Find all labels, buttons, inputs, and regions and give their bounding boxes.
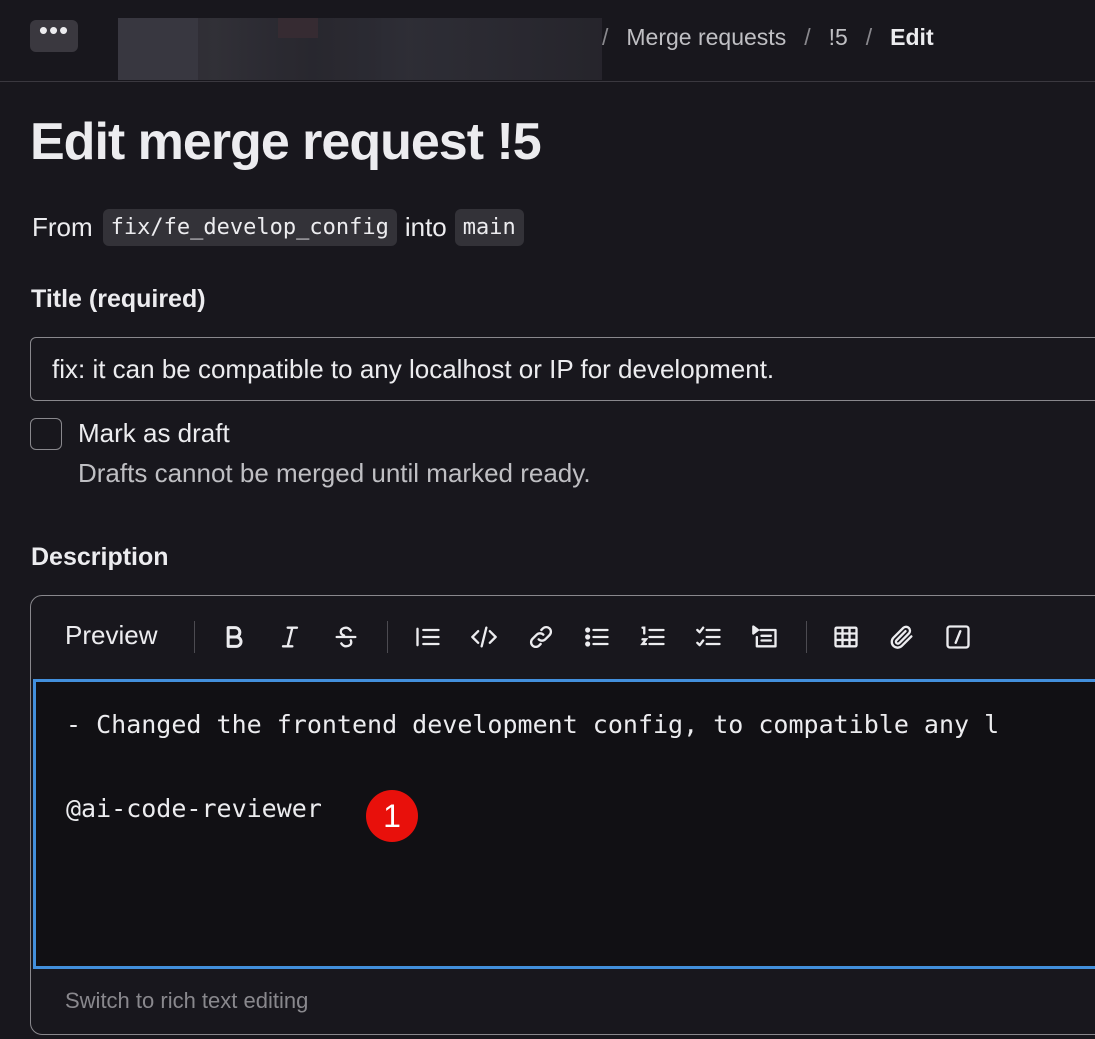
breadcrumb: / Merge requests / !5 / Edit xyxy=(602,22,952,52)
draft-label[interactable]: Mark as draft xyxy=(78,418,230,449)
from-text: From xyxy=(32,211,93,242)
breadcrumb-separator: / xyxy=(602,23,609,50)
quick-actions-icon[interactable] xyxy=(941,620,975,654)
editor-toolbar: Preview xyxy=(31,596,1095,680)
attach-file-icon[interactable] xyxy=(885,620,919,654)
breadcrumb-mr-number[interactable]: !5 xyxy=(829,24,848,51)
breadcrumb-merge-requests[interactable]: Merge requests xyxy=(626,24,786,51)
target-branch: main xyxy=(454,208,524,246)
into-text: into xyxy=(404,211,447,242)
description-label: Description xyxy=(31,543,169,571)
title-input[interactable] xyxy=(30,337,1095,401)
breadcrumb-separator: / xyxy=(865,23,873,50)
quote-icon[interactable] xyxy=(411,620,445,654)
breadcrumb-separator: / xyxy=(804,23,811,50)
draft-help-text: Drafts cannot be merged until marked rea… xyxy=(78,458,591,488)
italic-icon[interactable] xyxy=(273,620,307,654)
switch-rich-text-link[interactable]: Switch to rich text editing xyxy=(65,988,308,1014)
page-title: Edit merge request !5 xyxy=(30,113,542,171)
toolbar-divider xyxy=(387,621,388,653)
breadcrumb-current: Edit xyxy=(890,23,934,50)
branch-info: From fix/fe_develop_config into main xyxy=(32,206,532,248)
draft-checkbox[interactable] xyxy=(30,418,62,450)
description-line: @ai-code-reviewer xyxy=(66,794,322,823)
bulleted-list-icon[interactable] xyxy=(580,620,614,654)
bold-icon[interactable] xyxy=(217,620,251,654)
table-icon[interactable] xyxy=(829,620,863,654)
redacted-breadcrumb xyxy=(118,18,602,80)
task-list-icon[interactable] xyxy=(692,620,726,654)
description-line: - Changed the frontend development confi… xyxy=(66,710,1000,739)
collapsible-section-icon[interactable] xyxy=(748,620,782,654)
title-label: Title (required) xyxy=(31,285,206,313)
preview-button[interactable]: Preview xyxy=(65,620,157,651)
strikethrough-icon[interactable] xyxy=(329,620,363,654)
toolbar-divider xyxy=(194,621,195,653)
step-annotation-badge: 1 xyxy=(366,790,418,842)
more-options-button[interactable]: ••• xyxy=(30,15,78,52)
markdown-editor: Preview - Changed the frontend developme… xyxy=(30,595,1095,1035)
code-icon[interactable] xyxy=(467,620,501,654)
toolbar-divider xyxy=(806,621,807,653)
top-bar: ••• / Merge requests / !5 / Edit xyxy=(0,0,1095,82)
description-textarea[interactable]: - Changed the frontend development confi… xyxy=(33,679,1095,969)
link-icon[interactable] xyxy=(524,620,558,654)
source-branch: fix/fe_develop_config xyxy=(102,208,397,246)
ellipsis-icon: ••• xyxy=(38,15,70,45)
numbered-list-icon[interactable] xyxy=(636,620,670,654)
